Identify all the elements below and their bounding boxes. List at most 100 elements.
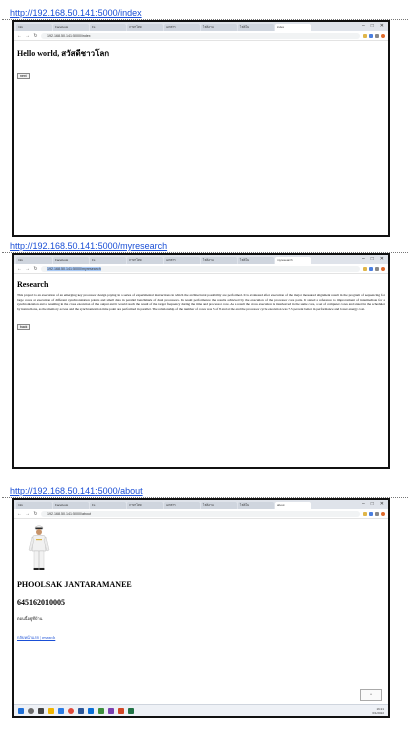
browser-tab[interactable]: Fs — [90, 257, 126, 264]
vscode-icon[interactable] — [88, 707, 94, 714]
browser-tab-active[interactable]: index — [275, 24, 311, 31]
file-explorer-icon[interactable] — [48, 707, 54, 714]
screenshot-myresearch: Info Facebook Fs ภาษาไทย เอกสาร ไฟล์งาน … — [12, 253, 390, 469]
about-nav-link[interactable]: กลับหน้าแรก | research — [17, 635, 55, 640]
person-in-uniform-icon — [28, 525, 50, 570]
browser-tab[interactable]: Facebook — [53, 257, 89, 264]
minimize-icon[interactable]: – — [362, 500, 365, 509]
maximize-icon[interactable]: □ — [371, 500, 374, 509]
maximize-icon[interactable]: □ — [371, 22, 374, 31]
powerpoint-icon[interactable] — [118, 707, 124, 714]
profile-icon[interactable] — [381, 33, 385, 38]
browser-toolbar: ← → ↻ 192.168.50.141:5000/myresearch — [14, 264, 388, 274]
address-text: 192.168.50.141:5000/myresearch — [47, 266, 101, 271]
extension-icon[interactable] — [363, 266, 367, 271]
browser-tab[interactable]: เอกสาร — [164, 257, 200, 264]
reload-icon[interactable]: ↻ — [33, 33, 38, 39]
address-bar[interactable]: 192.168.50.141:5000/about — [41, 510, 360, 517]
browser-tab[interactable]: ภาษาไทย — [127, 24, 163, 31]
browser-tab[interactable]: ไฟล์ใน — [238, 24, 274, 31]
word-icon[interactable] — [78, 707, 84, 714]
system-tray-clock[interactable]: 16:21 6/1/2022 — [372, 707, 384, 715]
windows-taskbar: 16:21 6/1/2022 — [14, 704, 388, 716]
screenshot-about: Info Facebook Fs ภาษาไทย เอกสาร ไฟล์งาน … — [12, 498, 390, 718]
window-controls: – □ ✕ — [362, 22, 388, 31]
reload-icon[interactable]: ↻ — [33, 511, 38, 517]
profile-icon[interactable] — [381, 266, 385, 271]
search-icon[interactable] — [28, 707, 34, 714]
browser-tab[interactable]: ภาษาไทย — [127, 257, 163, 264]
maximize-icon[interactable]: □ — [371, 255, 374, 264]
page-content: PHOOLSAK JANTARAMANEE 645162010005 ตอนนี… — [14, 519, 388, 644]
extension-icon[interactable] — [375, 266, 379, 271]
browser-tab[interactable]: Info — [16, 24, 52, 31]
browser-tab[interactable]: Facebook — [53, 502, 89, 509]
browser-tab[interactable]: ไฟล์งาน — [201, 24, 237, 31]
chrome-icon[interactable] — [68, 707, 74, 714]
browser-tab[interactable]: Fs — [90, 502, 126, 509]
browser-tab[interactable]: Fs — [90, 24, 126, 31]
extension-icon[interactable] — [375, 33, 379, 38]
edge-icon[interactable] — [58, 707, 64, 714]
task-view-icon[interactable] — [38, 707, 44, 714]
browser-tab-active[interactable]: myresearch — [275, 257, 311, 264]
screenshot-index: Info Facebook Fs ภาษาไทย เอกสาร ไฟล์งาน … — [12, 20, 390, 237]
back-arrow-icon[interactable]: ← — [17, 511, 22, 517]
address-bar[interactable]: 192.168.50.141:5000/myresearch — [41, 265, 360, 272]
profile-photo — [25, 524, 53, 572]
next-button[interactable]: next — [17, 73, 30, 79]
extensions — [363, 511, 385, 516]
page-heading: Hello world, สวัสดีชาวโลก — [17, 49, 110, 58]
address-bar[interactable]: 192.168.50.141:5000/index — [41, 32, 360, 39]
back-button[interactable]: back — [17, 323, 31, 330]
forward-arrow-icon[interactable]: → — [25, 33, 30, 39]
forward-arrow-icon[interactable]: → — [25, 511, 30, 517]
browser-tab[interactable]: ไฟล์ใน — [238, 502, 274, 509]
browser-tabbar: Info Facebook Fs ภาษาไทย เอกสาร ไฟล์งาน … — [14, 255, 388, 264]
start-icon[interactable] — [18, 707, 24, 714]
extension-icon[interactable] — [369, 266, 373, 271]
browser-tab[interactable]: เอกสาร — [164, 502, 200, 509]
about-url-link[interactable]: http://192.168.50.141:5000/about — [10, 486, 143, 496]
about-text: ตอนนี้อยู่ที่บ้าน — [17, 616, 43, 621]
extension-icon[interactable] — [375, 511, 379, 516]
browser-tab[interactable]: Info — [16, 502, 52, 509]
browser-tab[interactable]: ไฟล์งาน — [201, 502, 237, 509]
research-paragraph: This project is an execution of an emerg… — [17, 293, 385, 312]
back-arrow-icon[interactable]: ← — [17, 266, 22, 272]
browser-tab[interactable]: ไฟล์ใน — [238, 257, 274, 264]
browser-tab-active[interactable]: about — [275, 502, 311, 509]
browser-toolbar: ← → ↻ 192.168.50.141:5000/index — [14, 31, 388, 41]
minimize-icon[interactable]: – — [362, 255, 365, 264]
app-icon[interactable] — [108, 707, 114, 714]
extension-icon[interactable] — [369, 33, 373, 38]
profile-icon[interactable] — [381, 511, 385, 516]
close-icon[interactable]: ✕ — [380, 255, 384, 264]
close-icon[interactable]: ✕ — [380, 500, 384, 509]
browser-tab[interactable]: ภาษาไทย — [127, 502, 163, 509]
browser-tab[interactable]: เอกสาร — [164, 24, 200, 31]
extension-icon[interactable] — [363, 511, 367, 516]
page-heading: Research — [17, 280, 49, 289]
extensions — [363, 33, 385, 38]
extension-icon[interactable] — [369, 511, 373, 516]
browser-toolbar: ← → ↻ 192.168.50.141:5000/about — [14, 509, 388, 519]
forward-arrow-icon[interactable]: → — [25, 266, 30, 272]
extension-icon[interactable] — [363, 33, 367, 38]
window-controls: – □ ✕ — [362, 500, 388, 509]
browser-tab[interactable]: Info — [16, 257, 52, 264]
reload-icon[interactable]: ↻ — [33, 266, 38, 272]
myresearch-url-link[interactable]: http://192.168.50.141:5000/myresearch — [10, 241, 167, 251]
app-icon[interactable] — [98, 707, 104, 714]
excel-icon[interactable] — [128, 707, 134, 714]
browser-tab[interactable]: Facebook — [53, 24, 89, 31]
index-url-link[interactable]: http://192.168.50.141:5000/index — [10, 8, 142, 18]
notification-popup[interactable]: ▭ — [360, 689, 382, 701]
back-arrow-icon[interactable]: ← — [17, 33, 22, 39]
extensions — [363, 266, 385, 271]
browser-tabbar: Info Facebook Fs ภาษาไทย เอกสาร ไฟล์งาน … — [14, 22, 388, 31]
minimize-icon[interactable]: – — [362, 22, 365, 31]
browser-tab[interactable]: ไฟล์งาน — [201, 257, 237, 264]
close-icon[interactable]: ✕ — [380, 22, 384, 31]
page-content: Hello world, สวัสดีชาวโลก next — [14, 41, 388, 82]
